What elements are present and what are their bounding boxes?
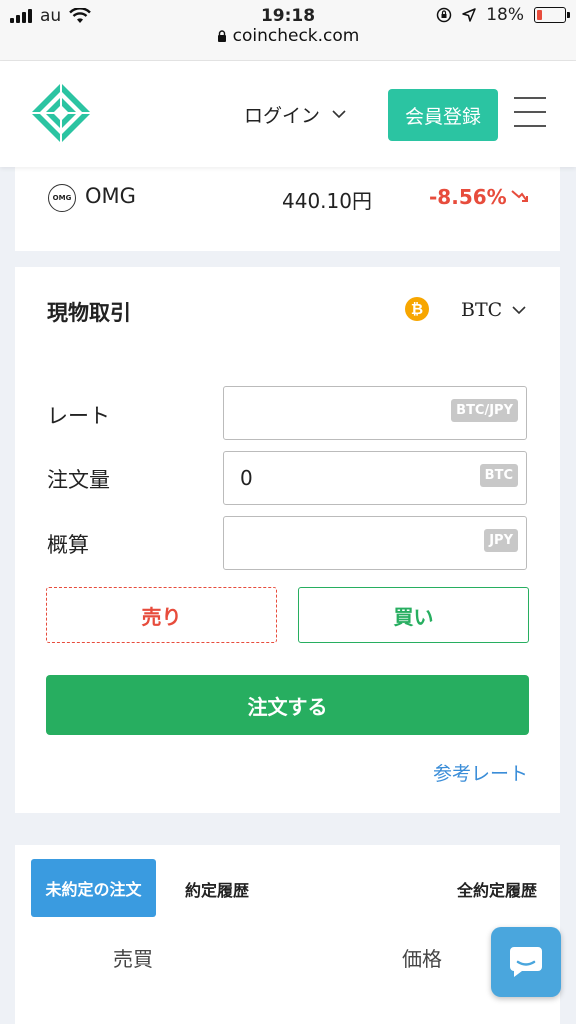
login-dropdown[interactable]: ログイン [244,101,346,128]
url-text: coincheck.com [232,26,360,46]
rate-label: レート [47,404,110,428]
coin-name: OMG [85,184,136,208]
status-bar: au 19:18 coincheck.com 18% [0,0,576,61]
battery-percent: 18% [486,5,524,25]
amount-label: 注文量 [47,468,110,492]
battery-fill [537,10,542,20]
location-icon [462,8,476,22]
login-label: ログイン [244,105,321,127]
amount-value: 0 [240,466,253,490]
tab-all-trade-history[interactable]: 全約定履歴 [457,877,537,901]
coin-price: 440.10円 [282,189,372,213]
column-header-price: 価格 [402,947,442,971]
buy-button[interactable]: 買い [298,587,529,643]
chat-bubble-icon [510,947,542,977]
register-button[interactable]: 会員登録 [388,89,498,141]
amount-input[interactable]: 0 BTC [223,451,527,505]
site-header: ログイン 会員登録 [0,61,576,167]
chat-button[interactable] [491,927,561,997]
estimate-unit-badge: JPY [484,529,518,552]
rate-input[interactable]: BTC/JPY [223,386,527,440]
orders-card: 未約定の注文 約定履歴 全約定履歴 売買 価格 [15,845,560,1024]
trend-down-icon [511,190,528,202]
trade-title: 現物取引 [47,301,131,325]
reference-rate-link[interactable]: 参考レート [433,759,528,786]
place-order-button[interactable]: 注文する [46,675,529,735]
rotation-lock-icon [436,7,452,23]
pair-label: BTC [461,299,503,321]
rate-unit-badge: BTC/JPY [451,399,518,422]
spot-trade-card: 現物取引 ₿ BTC レート BTC/JPY 注文量 0 BTC 概算 JPY … [15,267,560,813]
estimate-input[interactable]: JPY [223,516,527,570]
estimate-label: 概算 [47,533,89,557]
lock-icon [217,30,226,42]
tab-open-orders[interactable]: 未約定の注文 [31,859,156,917]
chevron-down-icon [332,110,346,119]
coin-change: -8.56% [429,185,507,209]
bitcoin-icon: ₿ [405,297,429,321]
amount-unit-badge: BTC [479,464,518,487]
menu-icon[interactable] [514,97,546,133]
pair-select[interactable]: BTC [461,299,526,321]
omg-coin-icon: OMG [48,184,76,212]
address-bar[interactable]: coincheck.com [0,26,576,46]
sell-button[interactable]: 売り [46,587,277,643]
status-right: 18% [436,5,570,25]
battery-icon [534,7,570,23]
tab-trade-history[interactable]: 約定履歴 [185,877,249,901]
column-header-side: 売買 [113,947,153,971]
coincheck-logo-icon[interactable] [29,81,93,145]
ticker-card: OMG OMG 440.10円 -8.56% [15,167,560,251]
chevron-down-icon [512,305,526,314]
